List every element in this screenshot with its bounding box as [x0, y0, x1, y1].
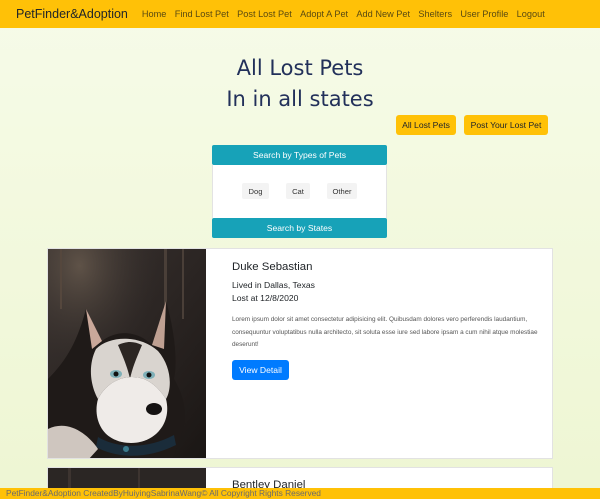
pet-photo	[48, 249, 206, 458]
type-cat-button[interactable]: Cat	[286, 183, 310, 199]
nav-logout[interactable]: Logout	[517, 9, 545, 19]
nav-home[interactable]: Home	[142, 9, 167, 19]
post-lost-pet-button[interactable]: Post Your Lost Pet	[464, 115, 548, 135]
search-by-types-header[interactable]: Search by Types of Pets	[212, 145, 387, 165]
nav-add-new-pet[interactable]: Add New Pet	[356, 9, 410, 19]
nav-find-lost-pet[interactable]: Find Lost Pet	[175, 9, 229, 19]
brand-link[interactable]: PetFinder&Adoption	[16, 7, 128, 21]
footer: PetFinder&Adoption CreatedByHuiyingSabri…	[0, 488, 600, 499]
page-subtitle: In in all states	[226, 87, 374, 111]
type-other-button[interactable]: Other	[327, 183, 357, 199]
pet-name: Duke Sebastian	[232, 261, 313, 273]
pet-lost-date: Lost at 12/8/2020	[232, 293, 299, 303]
navbar: PetFinder&Adoption Home Find Lost Pet Po…	[0, 0, 600, 28]
nav-adopt-a-pet[interactable]: Adopt A Pet	[300, 9, 348, 19]
nav-shelters[interactable]: Shelters	[418, 9, 452, 19]
pet-card: Duke Sebastian Lived in Dallas, Texas Lo…	[47, 248, 553, 459]
page-title: All Lost Pets	[236, 56, 364, 80]
pet-location: Lived in Dallas, Texas	[232, 280, 315, 290]
view-detail-button[interactable]: View Detail	[232, 360, 289, 380]
nav-user-profile[interactable]: User Profile	[460, 9, 508, 19]
search-by-states-header[interactable]: Search by States	[212, 218, 387, 238]
type-dog-button[interactable]: Dog	[242, 183, 269, 199]
all-lost-pets-button[interactable]: All Lost Pets	[396, 115, 456, 135]
pet-description: Lorem ipsum dolor sit amet consectetur a…	[232, 316, 538, 349]
nav-post-lost-pet[interactable]: Post Lost Pet	[237, 9, 292, 19]
husky-photo-image	[48, 249, 206, 458]
pet-type-panel: Dog Cat Other	[212, 165, 387, 218]
